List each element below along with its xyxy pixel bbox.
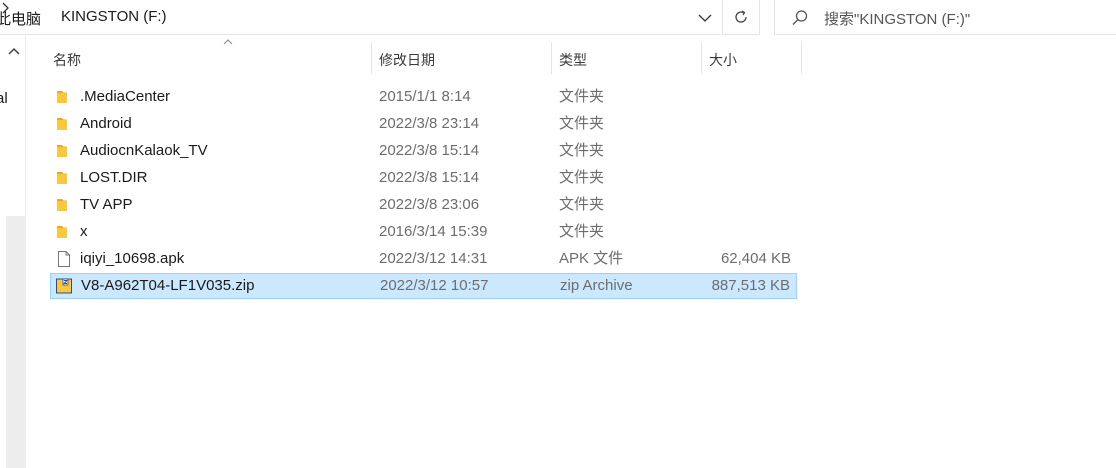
file-row[interactable]: LOST.DIR 2022/3/8 15:14 文件夹 (50, 165, 797, 191)
nav-item-label[interactable]: al (0, 90, 8, 107)
file-type: 文件夹 (559, 115, 605, 132)
file-name: x (80, 223, 88, 240)
navigation-pane: al (0, 36, 26, 468)
search-input[interactable]: 搜索"KINGSTON (F:)" (774, 0, 1116, 35)
address-bar-row: 此电脑 KINGSTON (F:) 搜索"KINGSTON (F:)" (0, 0, 1116, 36)
file-name: iqiyi_10698.apk (80, 250, 185, 267)
file-row[interactable]: AudiocnKalaok_TV 2022/3/8 15:14 文件夹 (50, 138, 797, 164)
sort-ascending-icon (223, 39, 233, 45)
file-date: 2022/3/8 23:06 (379, 196, 480, 213)
file-date: 2015/1/1 8:14 (379, 88, 471, 105)
folder-icon (55, 142, 73, 160)
file-date: 2022/3/8 15:14 (379, 142, 480, 159)
file-name: LOST.DIR (80, 169, 148, 186)
file-date: 2022/3/12 14:31 (379, 250, 488, 267)
file-row[interactable]: x 2016/3/14 15:39 文件夹 (50, 219, 797, 245)
file-date: 2016/3/14 15:39 (379, 223, 488, 240)
file-type: 文件夹 (559, 223, 605, 240)
column-header-name-label: 名称 (53, 52, 81, 68)
nav-scrollbar[interactable] (6, 216, 26, 468)
chevron-down-icon (698, 14, 712, 22)
file-type: APK 文件 (559, 250, 624, 267)
search-placeholder: 搜索"KINGSTON (F:)" (824, 11, 971, 28)
column-header-size-label: 大小 (709, 52, 737, 68)
breadcrumb-this-pc[interactable]: 此电脑 (0, 8, 41, 29)
address-history-dropdown[interactable] (690, 0, 720, 35)
file-date: 2022/3/8 15:14 (379, 169, 480, 186)
refresh-button[interactable] (722, 0, 760, 35)
file-icon (55, 250, 73, 268)
file-row[interactable]: TV APP 2022/3/8 23:06 文件夹 (50, 192, 797, 218)
file-type: 文件夹 (559, 142, 605, 159)
column-header-type-label: 类型 (559, 52, 587, 68)
file-name: V8-A962T04-LF1V035.zip (81, 277, 255, 294)
zip-archive-icon (55, 277, 73, 295)
file-name: .MediaCenter (80, 88, 171, 105)
column-headers: 名称 修改日期 类型 大小 (26, 39, 1116, 74)
file-type: 文件夹 (559, 88, 605, 105)
file-name: Android (80, 115, 132, 132)
file-row[interactable]: iqiyi_10698.apk 2022/3/12 14:31 APK 文件 62,4… (50, 246, 797, 272)
search-icon (792, 10, 808, 25)
refresh-icon (735, 10, 747, 23)
address-bar[interactable]: 此电脑 KINGSTON (F:) (0, 0, 720, 35)
file-type: zip Archive (560, 277, 633, 294)
column-header-name[interactable]: 名称 (45, 39, 372, 74)
folder-icon (55, 223, 73, 241)
column-header-date[interactable]: 修改日期 (371, 40, 552, 74)
column-header-date-label: 修改日期 (379, 52, 435, 68)
file-name: AudiocnKalaok_TV (80, 142, 208, 159)
file-date: 2022/3/8 23:14 (379, 115, 480, 132)
file-size: 62,404 KB (720, 250, 791, 267)
scroll-up-arrow-icon[interactable] (8, 46, 20, 56)
file-row[interactable]: Android 2022/3/8 23:14 文件夹 (50, 111, 797, 137)
file-type: 文件夹 (559, 169, 605, 186)
file-row[interactable]: .MediaCenter 2015/1/1 8:14 文件夹 (50, 84, 797, 110)
file-date: 2022/3/12 10:57 (380, 277, 489, 294)
folder-icon (55, 88, 73, 106)
file-row[interactable]: V8-A962T04-LF1V035.zip 2022/3/12 10:57 zip… (50, 273, 797, 299)
file-type: 文件夹 (559, 196, 605, 213)
folder-icon (55, 196, 73, 214)
breadcrumb-drive[interactable]: KINGSTON (F:) (61, 8, 167, 25)
folder-icon (55, 115, 73, 133)
folder-icon (55, 169, 73, 187)
file-name: TV APP (80, 196, 133, 213)
column-header-size[interactable]: 大小 (701, 40, 802, 74)
file-size: 887,513 KB (711, 277, 790, 294)
column-header-type[interactable]: 类型 (551, 40, 702, 74)
